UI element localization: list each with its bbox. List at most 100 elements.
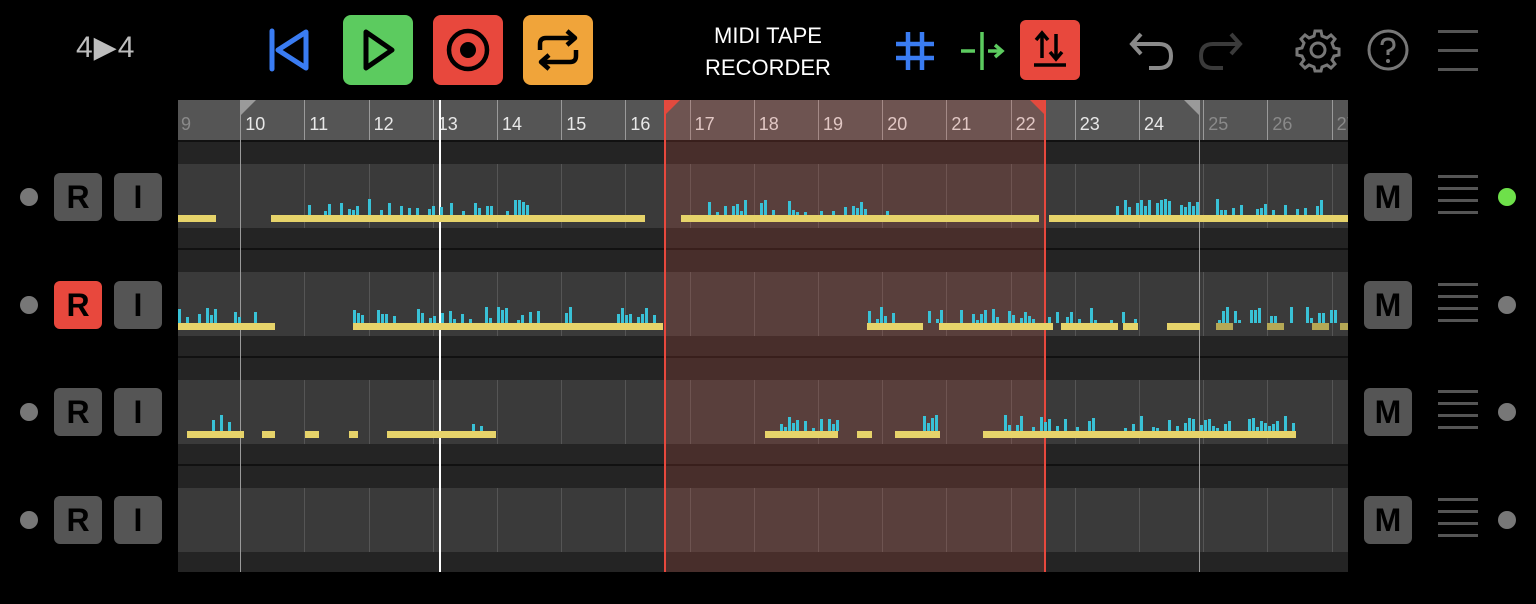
midi-note: [880, 307, 883, 323]
midi-note: [1180, 205, 1183, 215]
midi-clip[interactable]: [353, 323, 663, 330]
play-button[interactable]: [343, 15, 413, 85]
track-menu-icon[interactable]: [1438, 498, 1478, 546]
track-menu-icon[interactable]: [1438, 283, 1478, 331]
midi-note: [832, 424, 835, 431]
midi-note: [1124, 428, 1127, 431]
record-arm-button[interactable]: R: [54, 496, 102, 544]
midi-note: [621, 308, 624, 323]
redo-button[interactable]: [1194, 24, 1246, 76]
input-monitor-button[interactable]: I: [114, 173, 162, 221]
midi-clip[interactable]: [178, 323, 275, 330]
midi-clip[interactable]: [387, 431, 496, 438]
loop-button[interactable]: [523, 15, 593, 85]
midi-note: [1078, 319, 1081, 323]
midi-note: [1188, 418, 1191, 431]
midi-note: [792, 423, 795, 431]
loop-start-marker[interactable]: [240, 100, 241, 572]
help-button[interactable]: [1362, 24, 1414, 76]
midi-clip[interactable]: [895, 431, 940, 438]
undo-button[interactable]: [1126, 24, 1178, 76]
timeline[interactable]: 9101112131415161718192021222324252627: [178, 100, 1348, 572]
midi-clip[interactable]: [1216, 323, 1233, 330]
midi-note: [1040, 417, 1043, 431]
record-arm-button[interactable]: R: [54, 281, 102, 329]
title-line-2: RECORDER: [705, 55, 831, 80]
midi-clip[interactable]: [349, 431, 358, 438]
playhead[interactable]: [439, 100, 441, 572]
input-monitor-button[interactable]: I: [114, 388, 162, 436]
midi-note: [228, 422, 231, 431]
midi-clip[interactable]: [983, 431, 1296, 438]
record-arm-button[interactable]: R: [54, 173, 102, 221]
midi-note: [480, 426, 483, 431]
midi-note: [788, 417, 791, 431]
track-menu-icon[interactable]: [1438, 390, 1478, 438]
midi-clip[interactable]: [939, 323, 1053, 330]
record-arm-button[interactable]: R: [54, 388, 102, 436]
midi-note: [417, 309, 420, 323]
track-select-dot[interactable]: [20, 403, 38, 421]
loop-end-marker[interactable]: [1199, 100, 1200, 572]
midi-clip[interactable]: [1267, 323, 1284, 330]
snap-grid-button[interactable]: [890, 26, 940, 76]
midi-clip[interactable]: [1061, 323, 1118, 330]
mute-button[interactable]: M: [1364, 173, 1412, 221]
midi-clip[interactable]: [178, 215, 216, 222]
midi-clip[interactable]: [867, 323, 923, 330]
midi-clip[interactable]: [187, 431, 244, 438]
midi-clip[interactable]: [1167, 323, 1200, 330]
midi-clip[interactable]: [1340, 323, 1348, 330]
midi-note: [812, 428, 815, 431]
bar-gridline: [561, 380, 563, 444]
midi-note: [868, 311, 871, 323]
bar-number: 9: [181, 114, 192, 134]
track-select-dot[interactable]: [20, 296, 38, 314]
midi-note: [1176, 426, 1179, 431]
mute-button[interactable]: M: [1364, 496, 1412, 544]
midi-clip[interactable]: [681, 215, 1039, 222]
insert-time-button[interactable]: [1020, 20, 1080, 80]
rewind-button[interactable]: [262, 22, 316, 78]
mute-button[interactable]: M: [1364, 388, 1412, 436]
record-button[interactable]: [433, 15, 503, 85]
menu-button[interactable]: [1438, 30, 1478, 72]
midi-note: [393, 316, 396, 323]
midi-note: [489, 318, 492, 323]
midi-clip[interactable]: [765, 431, 838, 438]
midi-note: [732, 206, 735, 215]
input-monitor-button[interactable]: I: [114, 281, 162, 329]
input-monitor-button[interactable]: I: [114, 496, 162, 544]
midi-note: [1222, 311, 1225, 323]
selection-region[interactable]: [664, 100, 1044, 572]
midi-note: [505, 308, 508, 323]
loop-end-flag[interactable]: [1184, 100, 1200, 116]
time-signature[interactable]: 4▶4: [76, 30, 135, 65]
settings-button[interactable]: [1292, 24, 1344, 76]
ruler-tick: [561, 100, 563, 140]
loop-start-flag[interactable]: [240, 100, 256, 116]
midi-note: [212, 420, 215, 431]
mute-button[interactable]: M: [1364, 281, 1412, 329]
selection-start-marker[interactable]: [664, 100, 666, 572]
midi-note: [1066, 317, 1069, 323]
selection-end-marker[interactable]: [1044, 100, 1046, 572]
midi-clip[interactable]: [271, 215, 645, 222]
track-select-dot[interactable]: [20, 188, 38, 206]
midi-clip[interactable]: [262, 431, 275, 438]
midi-clip[interactable]: [1123, 323, 1138, 330]
track-menu-icon[interactable]: [1438, 175, 1478, 223]
ruler-tick: [497, 100, 498, 140]
midi-clip[interactable]: [1049, 215, 1348, 222]
midi-note: [940, 310, 943, 323]
split-button[interactable]: [956, 26, 1008, 76]
midi-clip[interactable]: [857, 431, 872, 438]
midi-note: [1136, 203, 1139, 215]
midi-clip[interactable]: [1312, 323, 1329, 330]
midi-note: [1092, 418, 1095, 431]
track-select-dot[interactable]: [20, 511, 38, 529]
midi-note: [1134, 319, 1137, 323]
split-icon: [961, 32, 1005, 70]
bar-gridline: [368, 488, 370, 552]
midi-clip[interactable]: [305, 431, 319, 438]
